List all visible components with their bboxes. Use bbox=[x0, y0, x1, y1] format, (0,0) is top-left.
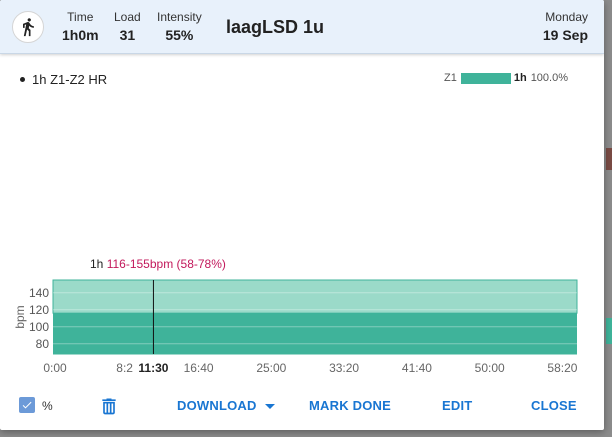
close-button[interactable]: CLOSE bbox=[531, 398, 577, 413]
workout-date: Monday 19 Sep bbox=[543, 10, 588, 43]
percent-label: % bbox=[42, 399, 53, 413]
stat-time: Time 1h0m bbox=[62, 10, 99, 43]
stat-label: Load bbox=[114, 10, 141, 24]
dialog-footer: % DOWNLOAD MARK DONE EDIT CLOSE bbox=[0, 390, 604, 424]
workout-description: 1h Z1-Z2 HR bbox=[19, 72, 108, 87]
cursor-time-label: 11:30 bbox=[138, 361, 168, 375]
zone-bar bbox=[460, 72, 511, 84]
x-tick-label: 50:00 bbox=[475, 361, 505, 375]
y-tick-label: 140 bbox=[29, 286, 49, 300]
zone-name: Z1 bbox=[444, 72, 457, 84]
x-tick-label: 8:2 bbox=[116, 361, 133, 375]
workout-title[interactable]: laagLSD 1u bbox=[226, 17, 324, 38]
workout-chart[interactable]: 80 100 120 140bpm 0:00 8:2 11:30 16:40 25:00 33:2… bbox=[0, 270, 604, 382]
workout-dialog: Time 1h0m Load 31 Intensity 55% laagLSD … bbox=[0, 0, 604, 430]
trash-icon bbox=[102, 398, 116, 415]
date-value: 19 Sep bbox=[542, 27, 588, 43]
stat-value: 55% bbox=[165, 27, 194, 43]
stat-intensity: Intensity 55% bbox=[157, 10, 202, 43]
stat-label: Intensity bbox=[157, 10, 202, 24]
x-tick-label: 25:00 bbox=[256, 361, 286, 375]
stat-label: Time bbox=[67, 10, 94, 24]
x-tick-label: 0:00 bbox=[43, 361, 67, 375]
caret-down-icon bbox=[264, 404, 275, 410]
zone-summary: Z1 1h 100.0% bbox=[444, 72, 568, 84]
hr-upper-band bbox=[52, 279, 578, 314]
stat-load: Load 31 bbox=[114, 10, 141, 43]
stat-value: 1h0m bbox=[62, 27, 99, 43]
stat-value: 31 bbox=[119, 27, 136, 43]
check-icon bbox=[22, 401, 32, 409]
edit-button[interactable]: EDIT bbox=[442, 398, 472, 413]
x-tick-label: 33:20 bbox=[329, 361, 359, 375]
y-axis-label: bpm bbox=[13, 305, 27, 328]
percent-checkbox[interactable] bbox=[19, 397, 35, 413]
delete-button[interactable] bbox=[99, 396, 119, 421]
x-tick-label: 58:20 bbox=[547, 361, 577, 375]
download-label: DOWNLOAD bbox=[177, 398, 257, 413]
hr-lower-band bbox=[53, 313, 577, 354]
y-tick-label: 100 bbox=[29, 320, 49, 334]
y-tick-label: 120 bbox=[29, 303, 49, 317]
run-icon bbox=[23, 18, 34, 37]
x-tick-label: 16:40 bbox=[184, 361, 214, 375]
x-tick-label: 41:40 bbox=[402, 361, 432, 375]
interval-duration: 1h bbox=[90, 257, 104, 271]
y-tick-label: 80 bbox=[36, 337, 50, 351]
bg-event-accent bbox=[606, 318, 612, 344]
zone-duration: 1h bbox=[513, 72, 527, 84]
bg-event-accent bbox=[606, 148, 612, 170]
activity-type-button[interactable] bbox=[12, 11, 44, 43]
interval-hr-range: 116-155bpm (58-78%) bbox=[106, 257, 226, 271]
zone-percent: 100.0% bbox=[530, 72, 568, 84]
date-day: Monday bbox=[545, 10, 588, 24]
interval-label: 1h 116-155bpm (58-78%) bbox=[90, 257, 226, 271]
mark-done-button[interactable]: MARK DONE bbox=[309, 398, 391, 413]
dialog-header: Time 1h0m Load 31 Intensity 55% laagLSD … bbox=[0, 0, 604, 54]
download-button[interactable]: DOWNLOAD bbox=[177, 398, 275, 413]
